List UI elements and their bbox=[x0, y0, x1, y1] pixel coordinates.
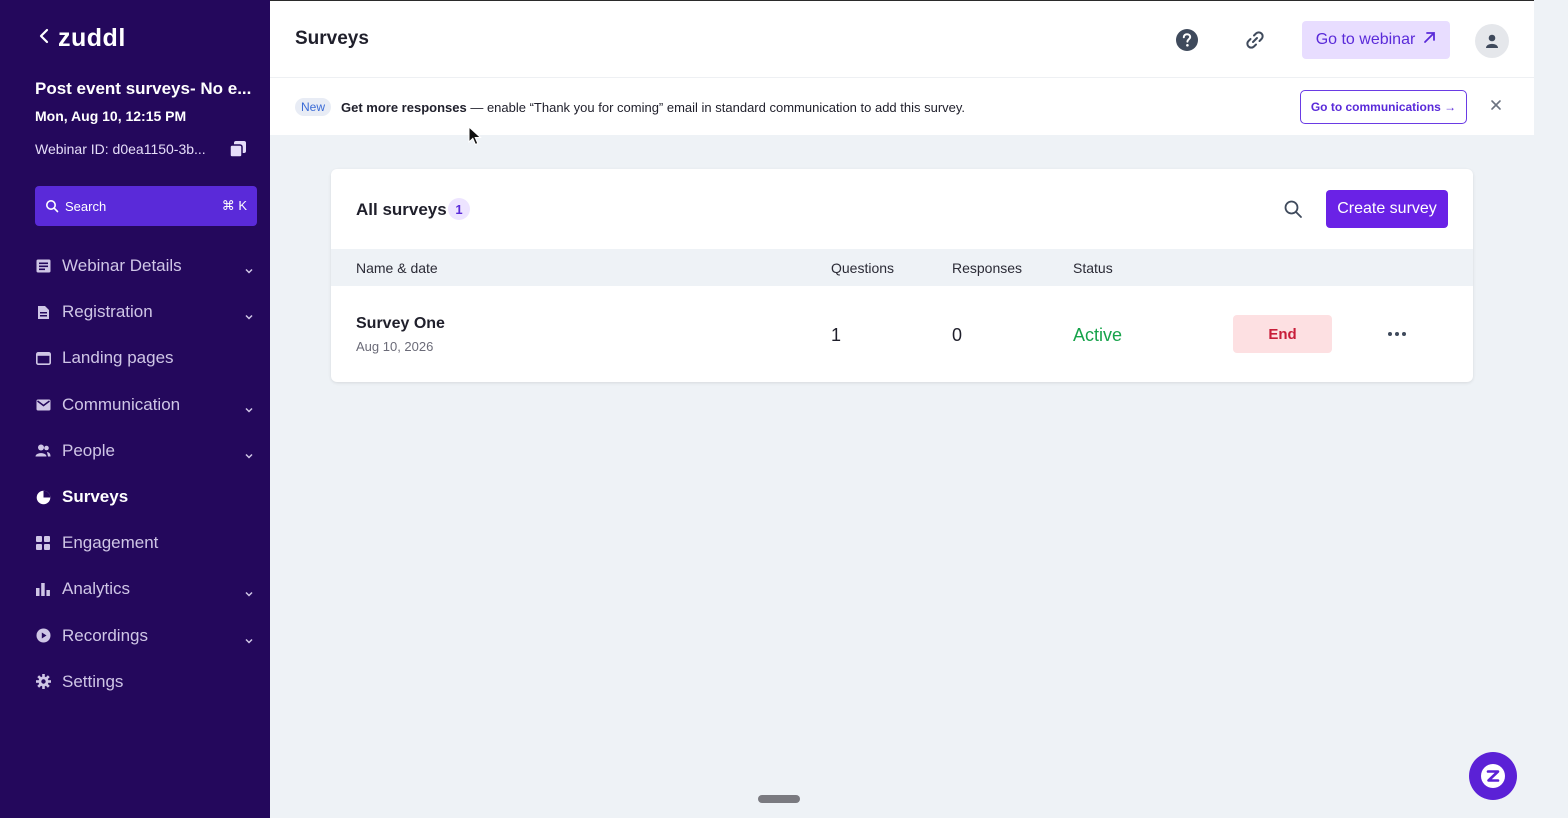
go-to-communications-button[interactable]: Go to communications → bbox=[1300, 90, 1467, 124]
chevron-down-icon bbox=[244, 446, 254, 459]
sidebar-item-analytics[interactable]: Analytics bbox=[0, 566, 270, 612]
sidebar-item-label: Surveys bbox=[62, 487, 129, 507]
people-icon bbox=[35, 443, 51, 459]
column-header-questions[interactable]: Questions bbox=[831, 260, 894, 276]
avatar[interactable] bbox=[1475, 24, 1509, 58]
promo-banner: New Get more responses — enable “Thank y… bbox=[270, 77, 1534, 135]
sidebar-item-recordings[interactable]: Recordings bbox=[0, 613, 270, 659]
clipboard-icon bbox=[35, 304, 51, 320]
chevron-down-icon bbox=[244, 307, 254, 320]
sidebar-item-landing-pages[interactable]: Landing pages bbox=[0, 335, 270, 381]
back-to-home[interactable]: zuddl bbox=[38, 24, 126, 52]
sidebar-item-label: Landing pages bbox=[62, 348, 174, 368]
table-row[interactable]: Survey One Aug 10, 2026 1 0 Active End bbox=[331, 286, 1473, 382]
surveys-card: All surveys 1 Create survey Name & date … bbox=[331, 169, 1473, 382]
column-header-name[interactable]: Name & date bbox=[356, 260, 438, 276]
sidebar-nav: Webinar Details Registration Landing pag… bbox=[0, 243, 270, 705]
chevron-down-icon bbox=[244, 261, 254, 274]
go-to-webinar-button[interactable]: Go to webinar bbox=[1302, 21, 1450, 59]
column-header-status[interactable]: Status bbox=[1073, 260, 1113, 276]
banner-text: — enable “Thank you for coming” email in… bbox=[466, 100, 966, 115]
search-icon[interactable] bbox=[1283, 199, 1303, 219]
survey-date: Aug 10, 2026 bbox=[356, 339, 434, 354]
sidebar-item-settings[interactable]: Settings bbox=[0, 659, 270, 705]
sidebar-item-communication[interactable]: Communication bbox=[0, 382, 270, 428]
sidebar-item-surveys[interactable]: Surveys bbox=[0, 474, 270, 520]
more-options-icon[interactable] bbox=[1387, 324, 1407, 344]
survey-count-badge: 1 bbox=[448, 198, 470, 220]
chevron-down-icon bbox=[244, 400, 254, 413]
sidebar-item-label: Webinar Details bbox=[62, 256, 182, 276]
window-edge bbox=[1534, 0, 1568, 818]
column-header-responses[interactable]: Responses bbox=[952, 260, 1022, 276]
new-badge: New bbox=[295, 98, 332, 116]
chevron-down-icon bbox=[244, 631, 254, 644]
table-header: Name & date Questions Responses Status bbox=[331, 249, 1473, 286]
sidebar-item-people[interactable]: People bbox=[0, 428, 270, 474]
banner-message: Get more responses — enable “Thank you f… bbox=[341, 100, 965, 115]
responses-count: 0 bbox=[952, 325, 963, 345]
survey-name[interactable]: Survey One bbox=[356, 315, 445, 333]
arrow-up-right-icon bbox=[1423, 31, 1436, 49]
sidebar-item-label: Settings bbox=[62, 671, 124, 691]
sidebar-item-label: Communication bbox=[62, 394, 181, 414]
gear-icon bbox=[35, 674, 51, 690]
page-title: Surveys bbox=[295, 28, 369, 49]
browser-icon bbox=[35, 350, 51, 366]
grid-icon bbox=[35, 535, 51, 551]
event-date: Mon, Aug 10, 12:15 PM bbox=[35, 108, 187, 124]
pie-icon bbox=[35, 489, 51, 505]
sidebar-item-label: Engagement bbox=[62, 533, 159, 553]
bar-chart-icon bbox=[35, 581, 51, 597]
search-icon bbox=[45, 199, 59, 213]
card-title: All surveys bbox=[356, 200, 447, 219]
create-survey-button[interactable]: Create survey bbox=[1326, 190, 1448, 228]
help-icon[interactable] bbox=[1175, 28, 1199, 52]
webinar-id: Webinar ID: d0ea1150-3b... bbox=[35, 141, 206, 157]
zuddl-logo: zuddl bbox=[58, 24, 126, 52]
sidebar-item-registration[interactable]: Registration bbox=[0, 289, 270, 335]
close-icon[interactable] bbox=[1489, 98, 1503, 112]
sidebar-search[interactable]: Search ⌘ K bbox=[35, 186, 257, 226]
page-header: Surveys Go to webinar bbox=[270, 0, 1534, 77]
go-to-webinar-label: Go to webinar bbox=[1315, 31, 1416, 48]
status-badge: Active bbox=[1073, 325, 1123, 345]
sidebar-item-label: Analytics bbox=[62, 579, 131, 599]
mouse-cursor-icon bbox=[468, 125, 482, 146]
link-icon[interactable] bbox=[1243, 28, 1267, 52]
banner-bold-text: Get more responses bbox=[341, 100, 467, 115]
mail-icon bbox=[35, 397, 51, 413]
chat-support-button[interactable] bbox=[1469, 752, 1517, 800]
document-icon bbox=[35, 258, 51, 274]
play-icon bbox=[35, 628, 51, 644]
chevron-left-icon[interactable] bbox=[38, 26, 50, 50]
search-label: Search bbox=[65, 198, 107, 214]
sidebar-item-label: Recordings bbox=[62, 625, 148, 645]
event-title: Post event surveys- No e... bbox=[35, 79, 252, 98]
end-survey-button[interactable]: End bbox=[1233, 315, 1332, 353]
chevron-down-icon bbox=[244, 584, 254, 597]
sidebar-item-engagement[interactable]: Engagement bbox=[0, 520, 270, 566]
sidebar: zuddl Post event surveys- No e... Mon, A… bbox=[0, 0, 270, 818]
questions-count: 1 bbox=[831, 325, 842, 345]
search-shortcut: ⌘ K bbox=[221, 198, 247, 213]
sidebar-item-webinar-details[interactable]: Webinar Details bbox=[0, 243, 270, 289]
sidebar-item-label: Registration bbox=[62, 302, 153, 322]
scroll-handle[interactable] bbox=[758, 795, 800, 803]
copy-icon[interactable] bbox=[229, 140, 247, 158]
sidebar-item-label: People bbox=[62, 440, 115, 460]
